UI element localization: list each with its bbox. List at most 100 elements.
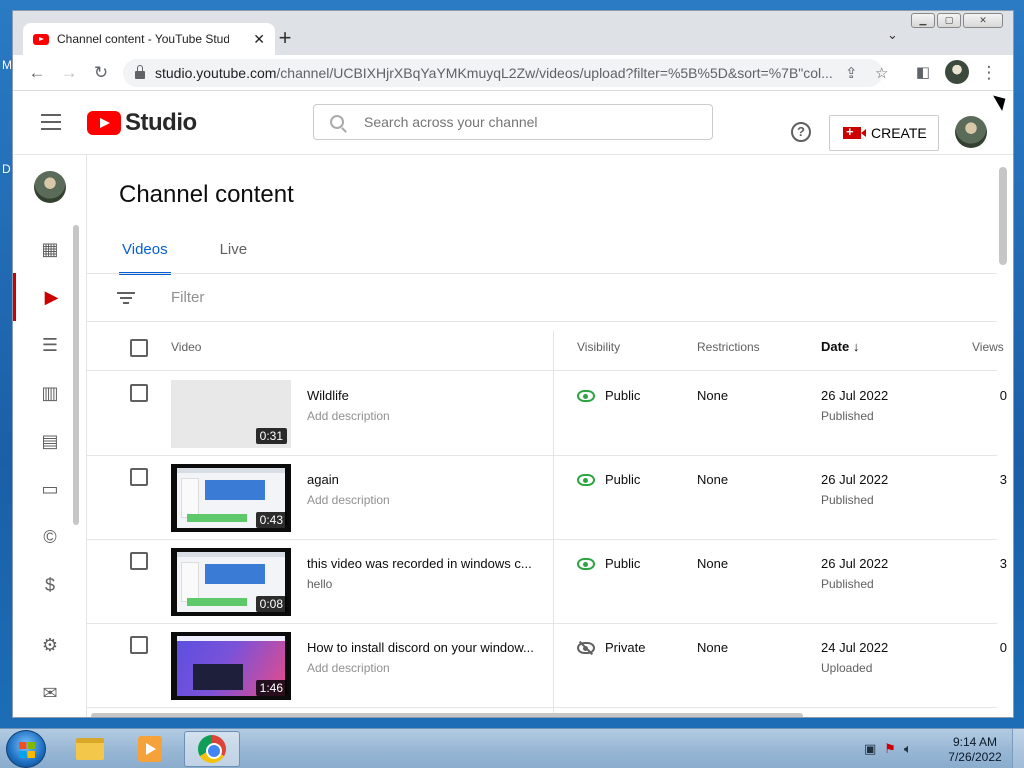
video-title[interactable]: How to install discord on your window... <box>307 640 539 655</box>
table-row[interactable]: 0:08 this video was recorded in windows … <box>87 540 1007 624</box>
create-label: CREATE <box>871 125 927 141</box>
table-row[interactable]: 0:31 Wildlife Add description Public Non… <box>87 372 1007 456</box>
restrictions-cell: None <box>697 556 729 571</box>
sort-arrow-icon[interactable]: ↓ <box>853 339 860 354</box>
row-checkbox[interactable] <box>130 384 148 402</box>
visibility-cell[interactable]: Public <box>577 388 640 403</box>
taskbar-explorer[interactable] <box>62 731 118 767</box>
visibility-cell[interactable]: Public <box>577 472 640 487</box>
tab-live[interactable]: Live <box>217 239 251 275</box>
status-cell: Published <box>821 577 874 591</box>
volume-icon[interactable]: 🔈︎ <box>904 741 912 757</box>
minimize-button[interactable]: ▁ <box>911 13 935 28</box>
tab-strip: Channel content - YouTube Studio ✕ + ⌄ ▁… <box>13 11 1013 55</box>
video-thumbnail[interactable]: 0:43 <box>171 464 291 532</box>
tab-videos[interactable]: Videos <box>119 239 171 275</box>
video-thumbnail[interactable]: 0:08 <box>171 548 291 616</box>
url-text[interactable]: studio.youtube.com/channel/UCBIXHjrXBqYa… <box>155 65 835 81</box>
row-checkbox[interactable] <box>130 636 148 654</box>
feedback-icon: ✉ <box>42 682 58 703</box>
visibility-cell[interactable]: Private <box>577 640 645 655</box>
header-date[interactable]: Date ↓ <box>821 339 859 354</box>
share-icon[interactable]: ⇪ <box>845 64 858 82</box>
create-video-icon <box>843 124 866 139</box>
video-title[interactable]: again <box>307 472 539 487</box>
video-duration: 0:08 <box>255 596 287 612</box>
close-tab-icon[interactable]: ✕ <box>253 31 265 48</box>
network-icon[interactable]: ▣ <box>864 741 876 757</box>
header-restrictions: Restrictions <box>697 340 760 354</box>
address-bar[interactable]: studio.youtube.com/channel/UCBIXHjrXBqYa… <box>123 59 888 87</box>
clock[interactable]: 9:14 AM 7/26/2022 <box>944 735 1006 765</box>
header-visibility: Visibility <box>577 340 621 354</box>
main-content: Channel content Videos Live Filter Video… <box>87 155 1013 717</box>
video-title[interactable]: this video was recorded in windows c... <box>307 556 539 571</box>
tab-title: Channel content - YouTube Studio <box>57 32 229 46</box>
video-description: hello <box>307 577 333 591</box>
visibility-cell[interactable]: Public <box>577 556 640 571</box>
browser-window: Channel content - YouTube Studio ✕ + ⌄ ▁… <box>12 10 1014 718</box>
date-cell: 26 Jul 2022 <box>821 556 889 571</box>
video-thumbnail[interactable]: 0:31 <box>171 380 291 448</box>
star-icon[interactable]: ☆ <box>875 64 888 82</box>
video-title[interactable]: Wildlife <box>307 388 539 403</box>
side-panel-icon[interactable]: ◧ <box>913 63 933 81</box>
taskbar-chrome[interactable] <box>184 731 240 767</box>
lock-icon[interactable] <box>135 65 145 79</box>
taskbar-media-player[interactable] <box>122 731 178 767</box>
action-center-icon[interactable]: ⚑ <box>884 741 896 757</box>
maximize-button[interactable]: ▢ <box>937 13 961 28</box>
show-desktop-button[interactable] <box>1012 729 1024 768</box>
eye-icon <box>577 557 595 570</box>
start-button[interactable] <box>6 730 46 768</box>
restrictions-cell: None <box>697 388 729 403</box>
filter-icon[interactable] <box>117 292 135 304</box>
search-box[interactable] <box>313 104 713 140</box>
nav-settings[interactable]: ⚙ <box>13 621 87 669</box>
search-icon <box>330 115 344 129</box>
eye-off-icon <box>577 641 595 654</box>
browser-toolbar: ← → ↻ studio.youtube.com/channel/UCBIXHj… <box>13 55 1013 91</box>
row-checkbox[interactable] <box>130 552 148 570</box>
channel-avatar[interactable] <box>34 171 66 203</box>
more-icon[interactable]: ⋮ <box>979 63 999 83</box>
date-cell: 24 Jul 2022 <box>821 640 889 655</box>
video-thumbnail[interactable]: 1:46 <box>171 632 291 700</box>
help-icon[interactable]: ? <box>791 122 811 142</box>
reload-icon[interactable]: ↻ <box>91 63 111 83</box>
back-icon[interactable]: ← <box>27 63 47 83</box>
clock-time: 9:14 AM <box>952 735 998 749</box>
close-window-button[interactable]: ✕ <box>963 13 1003 28</box>
content-icon: ▶ <box>44 286 59 307</box>
row-checkbox[interactable] <box>130 468 148 486</box>
video-description: Add description <box>307 493 390 507</box>
youtube-favicon-icon <box>33 33 49 45</box>
nav-earn[interactable]: $ <box>13 561 87 609</box>
new-tab-button[interactable]: + <box>275 25 295 51</box>
filter-input[interactable]: Filter <box>171 289 204 306</box>
page-title: Channel content <box>119 181 294 208</box>
select-all-checkbox[interactable] <box>130 339 148 357</box>
horizontal-scrollbar[interactable] <box>91 713 803 717</box>
views-cell: 0 <box>999 388 1007 403</box>
nav-feedback[interactable]: ✉ <box>13 669 87 717</box>
create-button[interactable]: CREATE <box>829 115 939 151</box>
nav-scrollbar[interactable] <box>73 225 79 525</box>
table-row[interactable]: 1:46 How to install discord on your wind… <box>87 624 1007 708</box>
visibility-label: Private <box>605 640 646 655</box>
table-row[interactable]: 0:43 again Add description Public None 2… <box>87 456 1007 540</box>
menu-icon[interactable] <box>41 114 61 130</box>
forward-icon[interactable]: → <box>59 63 79 83</box>
restrictions-cell: None <box>697 472 729 487</box>
account-avatar[interactable] <box>955 116 987 148</box>
eye-icon <box>577 473 595 486</box>
vertical-scrollbar[interactable] <box>999 167 1007 265</box>
url-path: /channel/UCBIXHjrXBqYaYMKmuyqL2Zw/videos… <box>276 65 833 81</box>
left-nav: ▦ ▶ ☰ ▥ ▤ ▭ © $ ⚙ ✉ <box>13 155 87 717</box>
studio-logo[interactable]: Studio <box>87 109 197 137</box>
search-input[interactable] <box>364 114 684 130</box>
profile-avatar[interactable] <box>945 60 969 84</box>
media-player-icon <box>138 736 162 762</box>
browser-tab[interactable]: Channel content - YouTube Studio ✕ <box>23 23 275 55</box>
tab-search-chevron-icon[interactable]: ⌄ <box>887 27 898 43</box>
